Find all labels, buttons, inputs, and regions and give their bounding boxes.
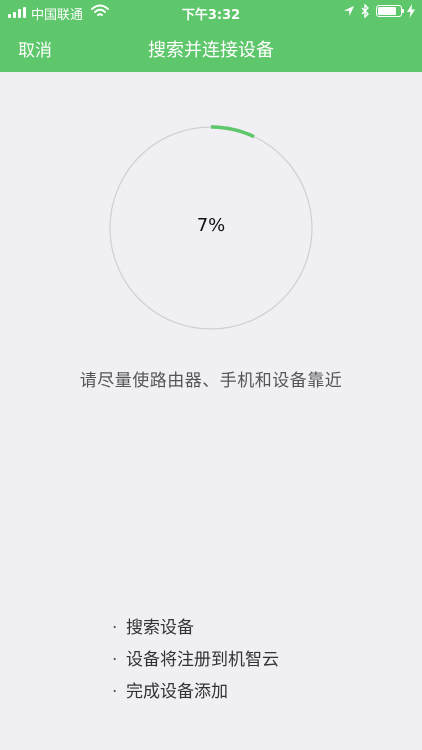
step-bullet: ·: [112, 682, 118, 702]
step-label: 搜索设备: [126, 618, 194, 638]
location-icon: [344, 6, 354, 16]
status-bar: 中国联通 下午3:32: [0, 0, 422, 24]
step-item: · 完成设备添加: [112, 680, 279, 712]
status-time: 下午3:32: [181, 8, 241, 23]
step-label: 完成设备添加: [126, 682, 228, 702]
nav-bar: 取消 搜索并连接设备: [0, 24, 422, 72]
step-bullet: ·: [112, 618, 118, 638]
step-item: · 设备将注册到机智云: [112, 648, 279, 680]
step-list: · 搜索设备 · 设备将注册到机智云 · 完成设备添加: [112, 616, 279, 712]
battery-icon: [376, 5, 402, 17]
progress-percent: 7%: [196, 215, 226, 236]
step-label: 设备将注册到机智云: [126, 650, 279, 670]
proximity-hint: 请尽量使路由器、手机和设备靠近: [79, 371, 343, 391]
bluetooth-icon: [361, 4, 369, 18]
header: 中国联通 下午3:32 取消 搜索并连接设备: [0, 0, 422, 72]
charging-icon: [407, 4, 415, 18]
battery-tip: [402, 9, 404, 13]
step-item: · 搜索设备: [112, 616, 279, 648]
step-bullet: ·: [112, 650, 118, 670]
page-title: 搜索并连接设备: [148, 40, 274, 61]
battery-fill: [378, 7, 396, 15]
